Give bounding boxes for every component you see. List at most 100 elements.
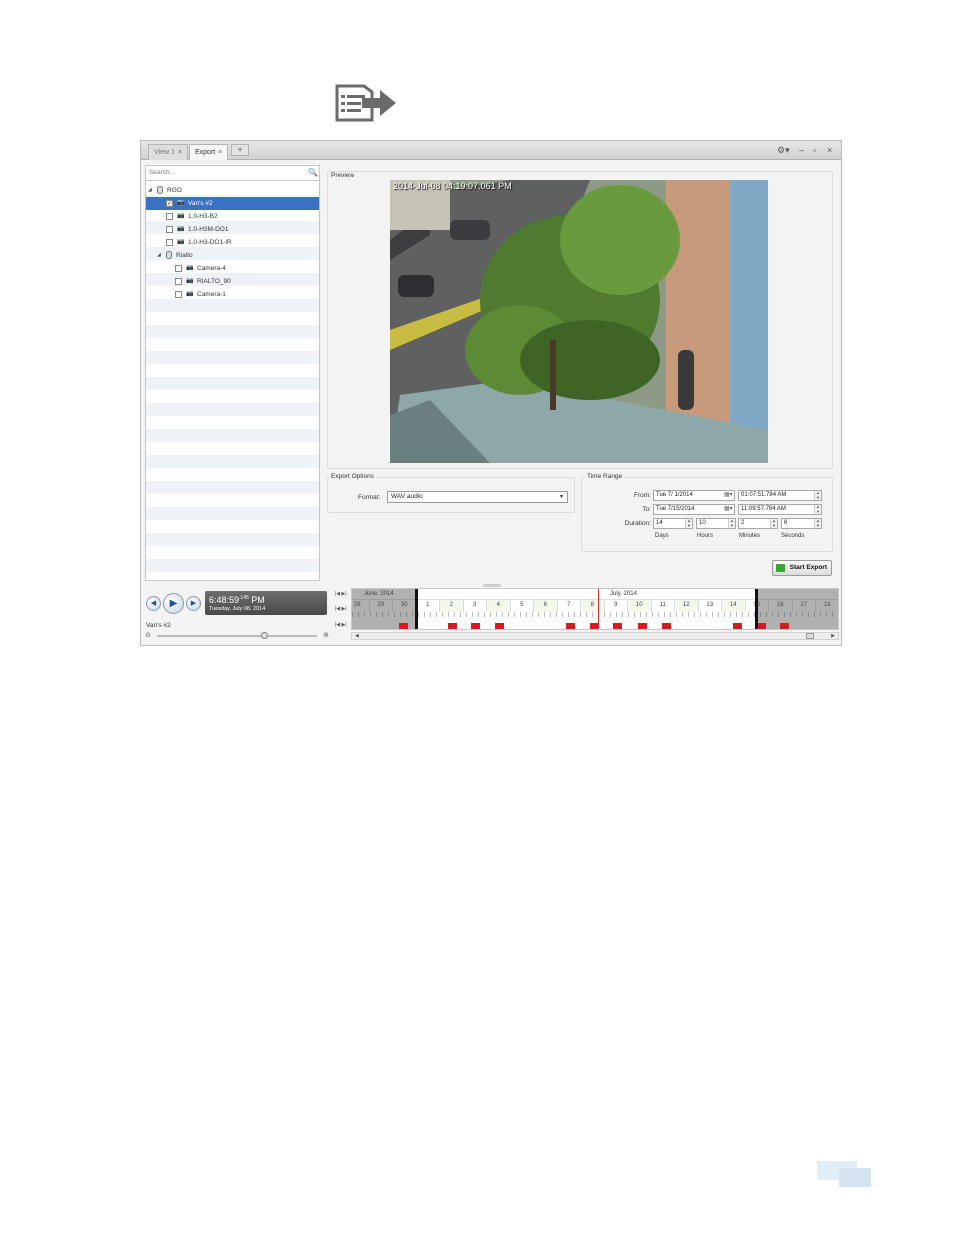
seconds-value: 6: [784, 520, 788, 526]
expand-arrow-icon[interactable]: ◢: [157, 249, 161, 262]
zoom-slider-track[interactable]: [157, 635, 317, 637]
export-arrow-icon: [776, 564, 785, 572]
from-time-value: 01:07:51.784 AM: [741, 492, 787, 498]
spinner-icon[interactable]: ▲ ▼: [814, 504, 821, 514]
timeline-playhead[interactable]: [598, 589, 599, 629]
fast-forward-button[interactable]: ▶: [186, 596, 201, 611]
add-tab-button[interactable]: +: [231, 144, 249, 156]
search-input[interactable]: Search... 🔍: [146, 166, 319, 181]
minimize-icon[interactable]: –: [799, 144, 804, 156]
site-icon: [157, 186, 163, 194]
checkbox[interactable]: [166, 213, 173, 220]
duration-minutes-field[interactable]: 2 ▲ ▼: [738, 518, 778, 529]
tab-export[interactable]: Export ×: [189, 144, 229, 160]
preview-title: Preview: [329, 172, 357, 179]
camera-icon: 📷: [177, 213, 185, 219]
to-date-field[interactable]: Tue 7/15/2014 ▦▾: [653, 504, 735, 515]
tree-camera-camera-4[interactable]: 📷 Camera-4: [146, 262, 319, 275]
recording-marker[interactable]: [399, 623, 408, 629]
play-button[interactable]: ▶: [163, 593, 184, 614]
checkbox[interactable]: [175, 278, 182, 285]
timeline-nav[interactable]: |◀ ▶|: [335, 590, 347, 598]
recording-marker[interactable]: [566, 623, 575, 629]
scroll-right-icon[interactable]: ▶: [831, 633, 835, 639]
close-window-icon[interactable]: ×: [827, 144, 832, 156]
timeline-day-label: 6: [534, 600, 558, 612]
timeline-day-label: 2: [440, 600, 464, 612]
recording-marker[interactable]: [780, 623, 789, 629]
recording-marker[interactable]: [471, 623, 480, 629]
camera-image: [390, 180, 768, 463]
settings-icon[interactable]: ⚙▾: [777, 144, 790, 156]
recording-marker[interactable]: [495, 623, 504, 629]
export-end-marker[interactable]: [755, 589, 758, 629]
from-time-field[interactable]: 01:07:51.784 AM ▲ ▼: [738, 490, 822, 501]
spinner-icon[interactable]: ▲ ▼: [770, 518, 777, 528]
tree-camera-1-0-h3-b2[interactable]: 📷 1.0-H3-B2: [146, 210, 319, 223]
camera-icon: 📷: [186, 265, 194, 271]
restore-icon[interactable]: ▫: [813, 144, 816, 156]
spinner-icon[interactable]: ▲ ▼: [814, 490, 821, 500]
spinner-icon[interactable]: ▲ ▼: [728, 518, 735, 528]
tree-site-rialto[interactable]: ◢ Rialto: [146, 249, 319, 262]
zoom-slider-thumb[interactable]: [261, 632, 268, 639]
recording-marker[interactable]: [448, 623, 457, 629]
zoom-out-icon[interactable]: ⊖: [145, 631, 151, 640]
to-time-field[interactable]: 11:09:57.784 AM ▲ ▼: [738, 504, 822, 515]
checkbox[interactable]: ✓: [166, 200, 173, 207]
tree-site-rgo[interactable]: ◢ RGO: [146, 184, 319, 197]
timeline-track[interactable]: June, 2014 July, 2014 28 29 30 1 2 3 4 5 6 7 8 9 10 1…: [351, 588, 839, 630]
scroll-thumb[interactable]: [806, 633, 814, 639]
timeline-scrollbar[interactable]: ◀ ▶: [351, 632, 839, 640]
scroll-left-icon[interactable]: ◀: [355, 633, 359, 639]
splitter-handle[interactable]: [483, 584, 501, 587]
checkbox[interactable]: [175, 291, 182, 298]
timeline-day-label: 5: [511, 600, 534, 612]
calendar-icon[interactable]: ▦▾: [724, 491, 733, 500]
calendar-icon[interactable]: ▦▾: [724, 505, 733, 514]
recording-marker[interactable]: [613, 623, 622, 629]
close-tab-icon[interactable]: ×: [178, 149, 182, 156]
recording-marker[interactable]: [757, 623, 766, 629]
clock-date: Tuesday, July 08, 2014: [209, 606, 266, 612]
timeline[interactable]: |◀ ▶| |◀ ▶| |◀ ▶| June, 2014 July, 2014 …: [335, 588, 839, 643]
expand-arrow-icon[interactable]: ◢: [148, 184, 152, 197]
timeline-day-label: 7: [558, 600, 581, 612]
recording-marker[interactable]: [733, 623, 742, 629]
duration-label: Duration:: [624, 520, 651, 527]
timeline-day-label: 8: [581, 600, 605, 612]
duration-hours-field[interactable]: 10 ▲ ▼: [696, 518, 736, 529]
spinner-icon[interactable]: ▲ ▼: [814, 518, 821, 528]
export-start-marker[interactable]: [415, 589, 418, 629]
recording-marker[interactable]: [662, 623, 671, 629]
checkbox[interactable]: [175, 265, 182, 272]
zoom-in-icon[interactable]: ⊕: [323, 631, 329, 640]
timeline-nav[interactable]: |◀ ▶|: [335, 605, 347, 613]
duration-seconds-field[interactable]: 6 ▲ ▼: [781, 518, 822, 529]
checkbox[interactable]: [166, 239, 173, 246]
rewind-button[interactable]: ◀: [146, 596, 161, 611]
tree-label: Rialto: [176, 252, 193, 259]
checkbox[interactable]: [166, 226, 173, 233]
video-preview[interactable]: 2014-Jul-08 04:19:07.061 PM: [390, 180, 768, 463]
tree-camera-camera-1[interactable]: 📷 Camera-1: [146, 288, 319, 301]
format-label: Format:: [358, 494, 381, 501]
timeline-nav[interactable]: |◀ ▶|: [335, 621, 347, 629]
tree-camera-1-0-h3-do1-ir[interactable]: 📷 1.0-H3-DO1-IR: [146, 236, 319, 249]
format-select[interactable]: WAV audio ▼: [387, 491, 568, 503]
timeline-day-label: 10: [628, 600, 652, 612]
from-date-field[interactable]: Tue 7/ 1/2014 ▦▾: [653, 490, 735, 501]
tree-camera-vans-2[interactable]: ✓ 📷 Van's #2: [146, 197, 319, 210]
recording-marker[interactable]: [638, 623, 647, 629]
start-export-button[interactable]: Start Export: [772, 560, 832, 576]
to-date-value: Tue 7/15/2014: [656, 506, 695, 512]
tree-camera-rialto-90[interactable]: 📷 RIALTO_90: [146, 275, 319, 288]
camera-icon: 📷: [177, 239, 185, 245]
from-date-value: Tue 7/ 1/2014: [656, 492, 693, 498]
close-tab-icon[interactable]: ×: [218, 149, 222, 156]
tab-view-1[interactable]: View 1 ×: [148, 144, 188, 160]
search-icon[interactable]: 🔍: [308, 168, 318, 178]
tree-camera-1-0-h3m-do1[interactable]: 📷 1.0-H3M-DO1: [146, 223, 319, 236]
duration-days-field[interactable]: 14 ▲ ▼: [653, 518, 693, 529]
spinner-icon[interactable]: ▲ ▼: [685, 518, 692, 528]
